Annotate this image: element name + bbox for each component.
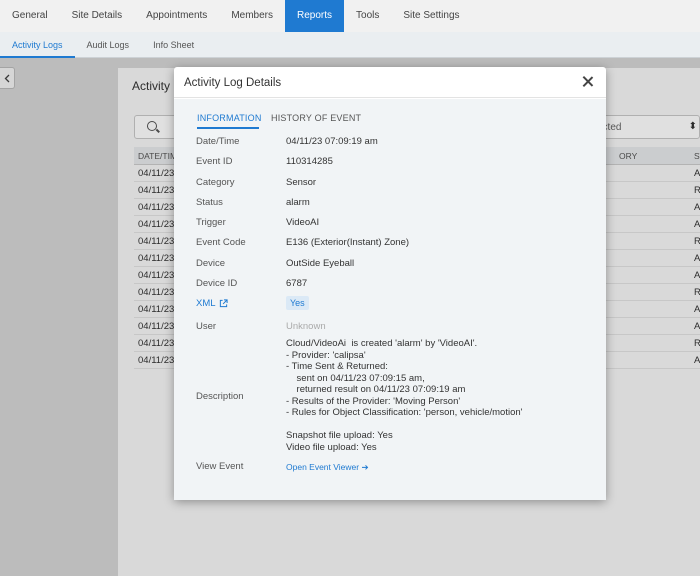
tab-tools[interactable]: Tools — [344, 0, 391, 32]
tab-site-details[interactable]: Site Details — [60, 0, 135, 32]
trigger-value: VideoAI — [286, 217, 320, 228]
external-link-icon — [219, 299, 228, 308]
trigger-label: Trigger — [196, 217, 226, 228]
tab-members[interactable]: Members — [219, 0, 285, 32]
xml-link[interactable]: XML — [196, 298, 228, 309]
open-event-viewer-link[interactable]: Open Event Viewer ➔ — [286, 462, 369, 473]
tab-reports[interactable]: Reports — [285, 0, 345, 32]
device-value: OutSide Eyeball — [286, 258, 355, 269]
event-code-label: Event Code — [196, 237, 246, 248]
datetime-label: Date/Time — [196, 136, 240, 147]
open-event-viewer-label: Open Event Viewer — [286, 462, 360, 472]
device-id-label: Device ID — [196, 278, 238, 289]
datetime-value: 04/11/23 07:09:19 am — [286, 136, 378, 147]
tab-information[interactable]: INFORMATION — [197, 113, 261, 129]
user-label: User — [196, 321, 217, 332]
xml-label: XML — [196, 298, 216, 309]
category-label: Category — [196, 177, 235, 188]
modal-header: Activity Log Details — [174, 67, 606, 98]
arrow-right-icon: ➔ — [361, 462, 369, 472]
device-id-value: 6787 — [286, 278, 308, 289]
description-value: Cloud/VideoAi is created 'alarm' by 'Vid… — [286, 338, 523, 453]
tab-general[interactable]: General — [0, 0, 60, 32]
status-label: Status — [196, 197, 223, 208]
event-id-value: 110314285 — [286, 156, 333, 167]
description-label: Description — [196, 391, 244, 402]
tab-history-of-event[interactable]: HISTORY OF EVENT — [271, 113, 361, 123]
xml-value-badge: Yes — [286, 296, 309, 310]
user-value: Unknown — [286, 321, 326, 332]
subtab-audit-logs[interactable]: Audit Logs — [75, 32, 142, 58]
category-value: Sensor — [286, 177, 317, 188]
modal-body: INFORMATION HISTORY OF EVENT Date/Time 0… — [174, 99, 606, 500]
sub-nav: Activity Logs Audit Logs Info Sheet — [0, 32, 700, 58]
device-label: Device — [196, 258, 226, 269]
view-event-label: View Event — [196, 461, 244, 472]
top-nav: General Site Details Appointments Member… — [0, 0, 700, 32]
activity-log-details-modal: Activity Log Details INFORMATION HISTORY… — [174, 67, 606, 500]
event-id-label: Event ID — [196, 156, 233, 167]
status-value: alarm — [286, 197, 310, 208]
subtab-info-sheet[interactable]: Info Sheet — [141, 32, 206, 58]
close-icon[interactable] — [582, 76, 593, 87]
tab-appointments[interactable]: Appointments — [134, 0, 219, 32]
modal-title: Activity Log Details — [184, 77, 282, 89]
tab-site-settings[interactable]: Site Settings — [391, 0, 471, 32]
event-code-value: E136 (Exterior(Instant) Zone) — [286, 237, 410, 248]
subtab-activity-logs[interactable]: Activity Logs — [0, 32, 75, 58]
